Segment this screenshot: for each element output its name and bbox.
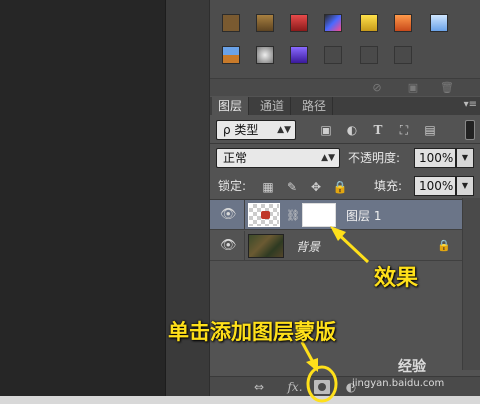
lock-label: 锁定:: [218, 179, 247, 193]
style-swatch[interactable]: [290, 14, 308, 32]
lock-paint-icon[interactable]: ✎: [284, 179, 300, 195]
mask-link-icon[interactable]: ⛓: [286, 209, 300, 222]
layer-thumbnail[interactable]: [248, 203, 280, 227]
styles-swatches: [210, 0, 480, 78]
style-swatch-empty[interactable]: [394, 46, 412, 64]
separator: [244, 231, 245, 261]
tab-paths[interactable]: 路径: [296, 97, 334, 115]
layer-row-layer1[interactable]: 👁 ⛓ 图层 1: [210, 200, 463, 230]
fill-input[interactable]: 100%: [414, 176, 456, 196]
layer-mask-thumbnail[interactable]: [302, 203, 336, 227]
shape-filter-icon[interactable]: ⛶: [396, 122, 412, 138]
lock-icon: 🔒: [437, 239, 451, 252]
opacity-dropdown-button[interactable]: ▼: [456, 148, 474, 168]
lock-all-icon[interactable]: 🔒: [332, 179, 348, 195]
style-swatch[interactable]: [360, 14, 378, 32]
filter-toggle[interactable]: [465, 120, 475, 140]
panel-menu-icon[interactable]: ▾≡: [464, 99, 477, 110]
style-swatch[interactable]: [256, 46, 274, 64]
blend-row: 正常 ▲▼ 不透明度: 100% ▼: [210, 147, 480, 169]
annotation-add-mask: 单击添加图层蒙版: [168, 319, 336, 344]
filter-kind-select[interactable]: ρ 类型 ▲▼: [216, 120, 296, 140]
chevron-updown-icon: ▲▼: [321, 153, 335, 163]
layer-row-background[interactable]: 👁 背景 🔒: [210, 231, 463, 261]
delete-style-icon[interactable]: 🗑: [440, 81, 454, 95]
link-icon[interactable]: ⇔: [250, 379, 268, 395]
panel-tabs: 图层 通道 路径 ▾≡: [210, 97, 480, 115]
style-swatch[interactable]: [222, 46, 240, 64]
blend-mode-value: 正常: [223, 151, 248, 165]
adjustment-filter-icon[interactable]: ◐: [344, 122, 360, 138]
layer-thumbnail[interactable]: [248, 234, 284, 258]
mask-icon[interactable]: [314, 380, 330, 394]
styles-footer: ⊘ ▣ 🗑: [210, 78, 480, 96]
layer-name[interactable]: 图层 1: [346, 207, 381, 224]
tab-channels[interactable]: 通道: [254, 97, 292, 115]
lock-transparent-icon[interactable]: ▦: [260, 179, 276, 195]
lock-row: 锁定: ▦ ✎ ✥ 🔒 填充: 100% ▼: [210, 175, 480, 197]
clear-style-icon[interactable]: ⊘: [370, 81, 384, 95]
new-style-icon[interactable]: ▣: [406, 81, 420, 95]
filter-kind-label: ρ 类型: [223, 123, 259, 137]
style-swatch[interactable]: [394, 14, 412, 32]
lock-position-icon[interactable]: ✥: [308, 179, 324, 195]
visibility-eye-icon[interactable]: 👁: [220, 207, 237, 223]
document-canvas[interactable]: [0, 0, 165, 404]
tab-layers[interactable]: 图层: [212, 97, 250, 115]
opacity-label: 不透明度:: [348, 151, 401, 165]
style-swatch[interactable]: [222, 14, 240, 32]
status-bar: [0, 396, 480, 404]
layers-scrollbar[interactable]: [462, 198, 480, 370]
style-swatch[interactable]: [324, 14, 342, 32]
visibility-eye-icon[interactable]: 👁: [220, 238, 237, 254]
watermark-text: 经验: [398, 359, 426, 375]
watermark-url: jingyan.baidu.com: [352, 378, 445, 389]
pixel-filter-icon[interactable]: ▣: [318, 122, 334, 138]
fill-dropdown-button[interactable]: ▼: [456, 176, 474, 196]
opacity-input[interactable]: 100%: [414, 148, 456, 168]
style-swatch-empty[interactable]: [324, 46, 342, 64]
fx-icon[interactable]: fx.: [286, 379, 304, 395]
type-filter-icon[interactable]: T: [370, 122, 386, 138]
watermark-logo: 经验: [398, 356, 426, 376]
filter-row: ρ 类型 ▲▼ ▣ ◐ T ⛶ ▤: [210, 119, 480, 141]
fill-label: 填充:: [374, 179, 403, 193]
smart-object-filter-icon[interactable]: ▤: [422, 122, 438, 138]
blend-mode-select[interactable]: 正常 ▲▼: [216, 148, 340, 168]
style-swatch[interactable]: [430, 14, 448, 32]
style-swatch-empty[interactable]: [360, 46, 378, 64]
style-swatch[interactable]: [256, 14, 274, 32]
separator: [244, 200, 245, 230]
annotation-effect: 效果: [374, 265, 419, 291]
chevron-updown-icon: ▲▼: [277, 125, 291, 135]
layer-name[interactable]: 背景: [296, 238, 320, 255]
style-swatch[interactable]: [290, 46, 308, 64]
